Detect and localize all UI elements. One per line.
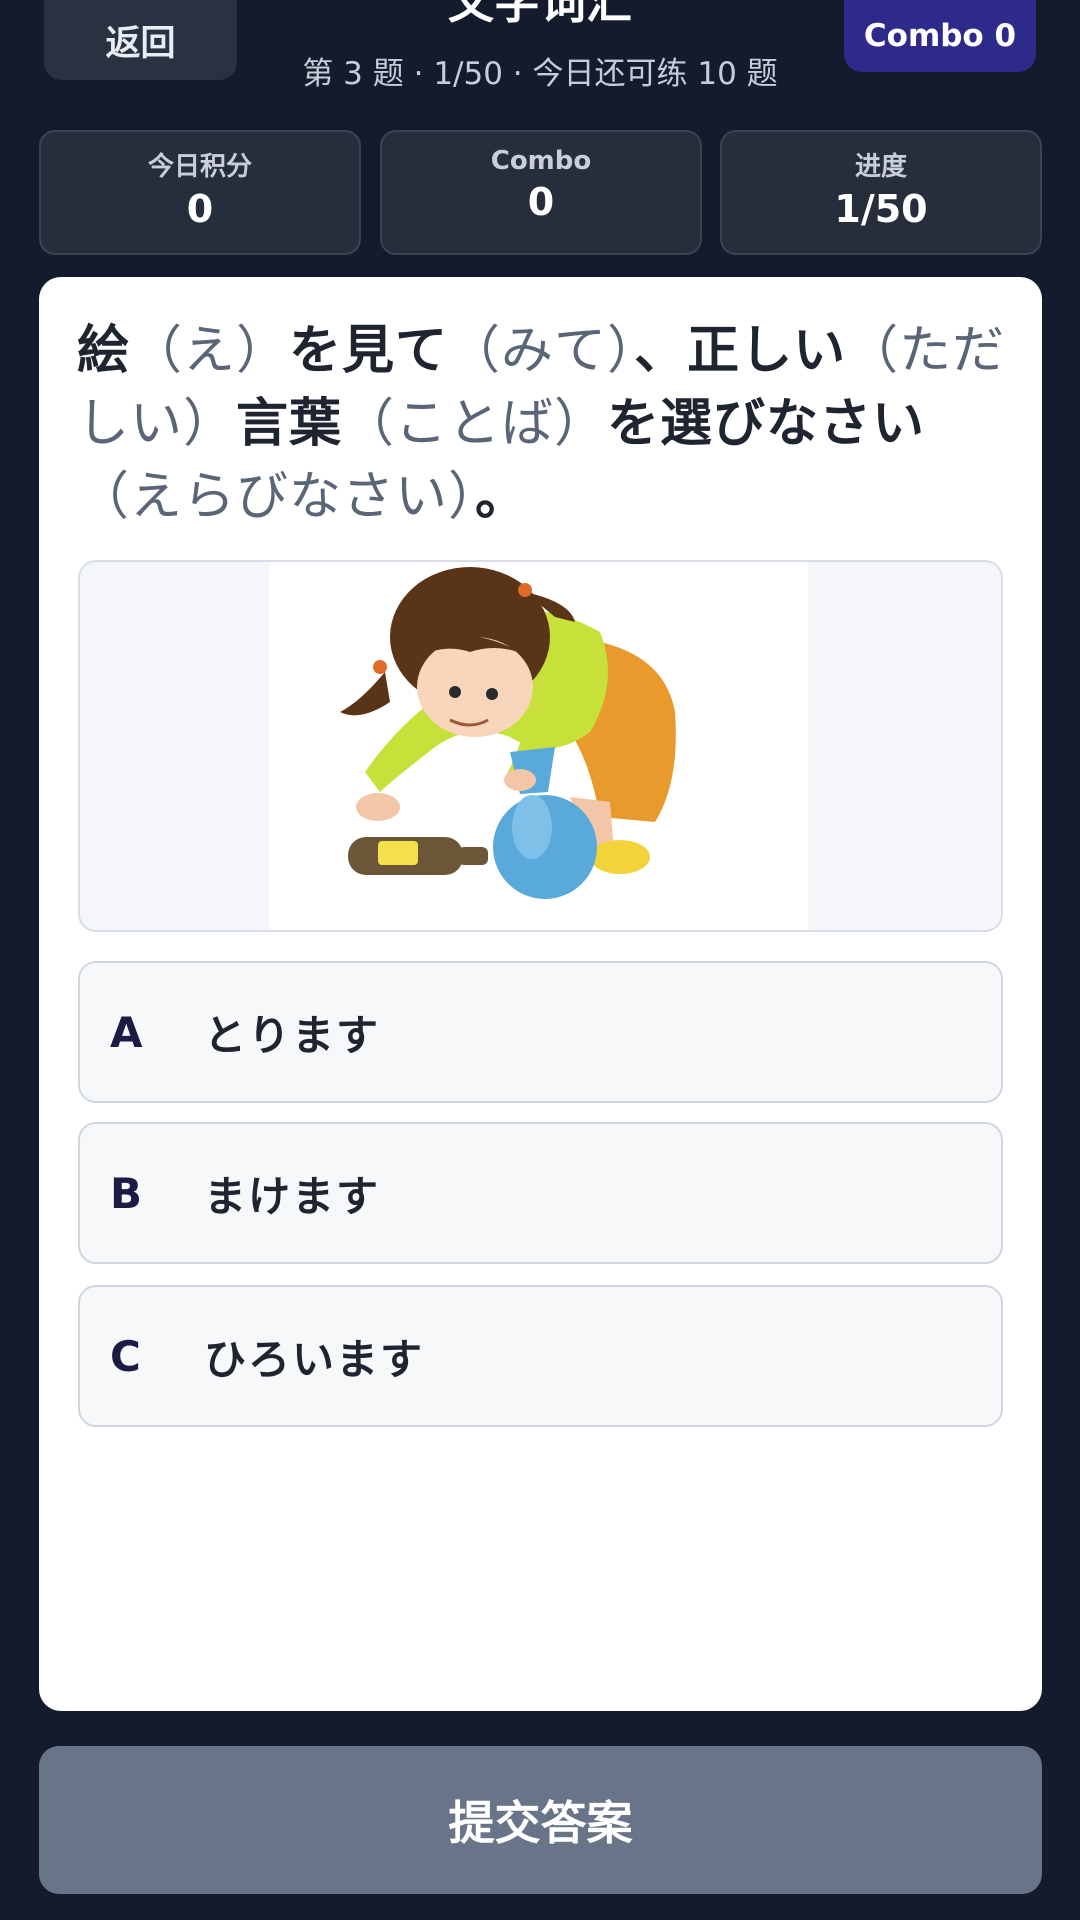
- question-word: を見て: [289, 321, 449, 381]
- question-reading: （えらびなさい）: [77, 467, 476, 527]
- option-letter: A: [110, 1007, 143, 1057]
- option-letter: C: [110, 1331, 141, 1381]
- stat-label: Combo: [490, 146, 592, 176]
- option-c[interactable]: C ひろいます: [78, 1285, 1003, 1427]
- stat-today-score: 今日积分 0: [39, 130, 361, 255]
- question-image-frame: [78, 560, 1003, 932]
- stat-label: 进度: [854, 152, 907, 182]
- stat-label: 今日积分: [147, 152, 252, 182]
- option-a[interactable]: A とります: [78, 961, 1003, 1103]
- combo-badge: Combo 0: [844, 0, 1036, 72]
- girl-picking-up-trash-illustration: [270, 562, 808, 930]
- stat-progress: 进度 1/50: [720, 130, 1042, 255]
- quiz-page: 返回 文字词汇 第 3 题 · 1/50 · 今日还可练 10 题 Combo …: [0, 0, 1080, 1920]
- submit-answer-button[interactable]: 提交答案: [39, 1746, 1042, 1894]
- option-b[interactable]: B まけます: [78, 1122, 1003, 1264]
- question-reading: （みて）: [448, 321, 635, 381]
- question-word: 言葉: [236, 394, 343, 454]
- option-text: まけます: [204, 1171, 381, 1221]
- question-text: 絵（え）を見て（みて）、正しい（ただしい）言葉（ことば）を選びなさい（えらびなさ…: [77, 315, 1017, 534]
- question-reading: （ことば）: [342, 394, 608, 454]
- submit-answer-label: 提交答案: [448, 1796, 633, 1850]
- stat-value: 0: [527, 180, 555, 224]
- combo-badge-label: Combo 0: [863, 18, 1017, 54]
- question-word: 、正しい: [634, 321, 847, 381]
- option-letter: B: [110, 1168, 143, 1218]
- question-word: 絵: [77, 321, 131, 381]
- stat-combo: Combo 0: [380, 130, 702, 255]
- option-text: ひろいます: [204, 1334, 425, 1384]
- stat-value: 1/50: [834, 187, 928, 231]
- stats-row: 今日积分 0 Combo 0 进度 1/50: [39, 130, 1042, 255]
- question-word: を選びなさい: [607, 394, 926, 454]
- question-word: 。: [475, 467, 529, 527]
- illustration-svg: [340, 567, 676, 899]
- option-text: とります: [204, 1010, 381, 1060]
- stat-value: 0: [186, 187, 214, 231]
- question-card: 絵（え）を見て（みて）、正しい（ただしい）言葉（ことば）を選びなさい（えらびなさ…: [39, 277, 1042, 1711]
- question-reading: （え）: [130, 321, 290, 381]
